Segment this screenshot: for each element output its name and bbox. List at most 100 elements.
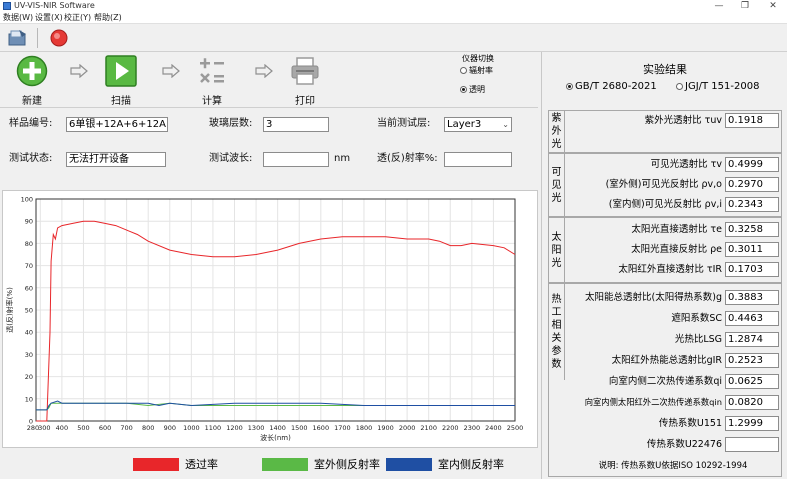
result-value[interactable] — [725, 437, 779, 452]
result-label: 传热系数U151 — [658, 418, 722, 429]
menu-calibrate[interactable]: 校正(Y) — [64, 12, 91, 24]
instrument-option-transparent[interactable]: 透明 — [460, 84, 485, 95]
result-value[interactable]: 0.3258 — [725, 222, 779, 237]
group-thermal: 热工相关参数 太阳能总透射比(太阳得热系数)g 0.3883 遮阳系数SC 0.… — [548, 283, 782, 477]
result-value[interactable]: 0.2523 — [725, 353, 779, 368]
y-tick-label: 80 — [25, 240, 33, 248]
result-value[interactable]: 0.4999 — [725, 157, 779, 172]
legend-swatch — [262, 458, 308, 471]
current-layer-select[interactable]: Layer3 ⌄ — [444, 117, 512, 132]
restore-button[interactable]: ❐ — [734, 0, 756, 12]
transmittance-input[interactable] — [444, 152, 512, 167]
stop-icon[interactable] — [48, 28, 70, 48]
close-button[interactable]: ✕ — [762, 0, 784, 12]
print-button[interactable]: 打印 — [280, 55, 330, 107]
result-value[interactable]: 0.2970 — [725, 177, 779, 192]
y-axis-label: 透(反)射率(%) — [5, 287, 14, 333]
x-tick-label: 400 — [56, 424, 68, 432]
status-input[interactable]: 无法打开设备 — [66, 152, 166, 167]
x-tick-label: 1800 — [356, 424, 373, 432]
group-visible: 可见光 可见光透射比 τv 0.4999 (室外侧)可见光反射比 ρv,o 0.… — [548, 153, 782, 217]
result-label: 太阳能总透射比(太阳得热系数)g — [585, 292, 722, 303]
group-visible-name: 可见光 — [549, 154, 565, 216]
standard-option-jgjt[interactable]: JGJ/T 151-2008 — [676, 80, 759, 94]
new-label: 新建 — [22, 96, 42, 107]
x-tick-label: 800 — [142, 424, 154, 432]
wavelength-label: 测试波长: — [209, 153, 253, 164]
result-value[interactable]: 0.1918 — [725, 113, 779, 128]
menu-bar: 数据(W) 设置(X) 校正(Y) 帮助(Z) — [0, 12, 787, 24]
minimize-button[interactable]: — — [708, 0, 730, 12]
x-tick-label: 1600 — [313, 424, 330, 432]
y-tick-label: 50 — [25, 307, 33, 315]
new-button[interactable]: 新建 — [7, 55, 57, 107]
result-value[interactable]: 0.3011 — [725, 242, 779, 257]
menu-help[interactable]: 帮助(Z) — [94, 12, 122, 24]
x-tick-label: 1200 — [226, 424, 243, 432]
sample-label: 样品编号: — [9, 118, 53, 129]
x-tick-label: 900 — [164, 424, 176, 432]
x-tick-label: 1500 — [291, 424, 308, 432]
standard-option-gbt[interactable]: GB/T 2680-2021 — [566, 80, 657, 94]
result-value[interactable]: 0.2343 — [725, 197, 779, 212]
result-value[interactable]: 0.0820 — [725, 395, 779, 410]
instrument-option-emissivity[interactable]: 辐射率 — [460, 65, 493, 76]
sample-input[interactable]: 6单银+12A+6+12A+6 — [66, 117, 168, 132]
play-icon — [105, 55, 137, 87]
open-folder-icon[interactable] — [7, 28, 29, 48]
print-label: 打印 — [295, 96, 315, 107]
scan-button[interactable]: 扫描 — [96, 55, 146, 107]
result-label: 太阳光直接反射比 ρe — [631, 244, 722, 255]
series-line-outdoor-reflectance — [36, 402, 515, 411]
results-panel: 实验结果 GB/T 2680-2021 JGJ/T 151-2008 紫外光 紫… — [541, 52, 787, 479]
window-title: UV-VIS-NIR Software — [14, 1, 95, 10]
x-tick-label: 1400 — [269, 424, 286, 432]
radio-icon — [460, 67, 467, 74]
quick-toolbar — [0, 24, 787, 52]
x-tick-label: 1900 — [377, 424, 394, 432]
result-value[interactable]: 0.1703 — [725, 262, 779, 277]
x-tick-label: 1700 — [334, 424, 351, 432]
result-value[interactable]: 0.4463 — [725, 311, 779, 326]
group-uv: 紫外光 紫外光透射比 τuv 0.1918 — [548, 110, 782, 153]
wavelength-input[interactable] — [263, 152, 329, 167]
y-tick-label: 60 — [25, 284, 33, 292]
y-tick-label: 40 — [25, 329, 33, 337]
result-label: 向室内侧太阳红外二次热传递系数qin — [584, 397, 722, 407]
instrument-switch: 仪器切换 辐射率 透明 — [458, 52, 536, 102]
menu-data[interactable]: 数据(W) — [3, 12, 33, 24]
y-tick-label: 0 — [29, 418, 33, 426]
status-label: 测试状态: — [9, 153, 53, 164]
layers-input[interactable]: 3 — [263, 117, 329, 132]
x-tick-label: 700 — [120, 424, 132, 432]
quickbar-separator — [37, 28, 38, 48]
y-tick-label: 30 — [25, 351, 33, 359]
result-label: 太阳红外直接透射比 τIR — [618, 264, 722, 275]
menu-settings[interactable]: 设置(X) — [35, 12, 63, 24]
title-bar: UV-VIS-NIR Software — ❐ ✕ — [0, 0, 787, 12]
series-line-transmittance — [36, 220, 516, 422]
spectrum-chart[interactable]: 280 300 400 500 600 700 800 900 1000 1100 1200 1300… — [2, 190, 538, 448]
radio-icon — [676, 83, 683, 90]
group-solar-name: 太阳光 — [549, 218, 565, 282]
instrument-switch-header: 仪器切换 — [462, 54, 494, 63]
calculate-label: 计算 — [202, 96, 222, 107]
calculate-button[interactable]: 计算 — [187, 55, 237, 107]
y-tick-label: 100 — [21, 196, 33, 204]
x-tick-label: 2100 — [420, 424, 437, 432]
result-label: 可见光透射比 τv — [650, 159, 722, 170]
result-label: 太阳红外热能总透射比gIR — [611, 355, 722, 366]
group-thermal-name: 热工相关参数 — [549, 284, 565, 380]
x-tick-label: 300 — [38, 424, 50, 432]
scan-label: 扫描 — [111, 96, 131, 107]
result-value[interactable]: 0.0625 — [725, 374, 779, 389]
chevron-down-icon: ⌄ — [502, 120, 509, 129]
results-title: 实验结果 — [643, 63, 687, 76]
chart-legend: 透过率 室外侧反射率 室内侧反射率 — [0, 452, 538, 479]
result-note: 说明: 传热系数U依据ISO 10292-1994 — [598, 461, 748, 471]
x-tick-label: 2200 — [442, 424, 459, 432]
result-value[interactable]: 1.2874 — [725, 332, 779, 347]
result-value[interactable]: 1.2999 — [725, 416, 779, 431]
result-value[interactable]: 0.3883 — [725, 290, 779, 305]
calculator-icon — [200, 58, 224, 83]
